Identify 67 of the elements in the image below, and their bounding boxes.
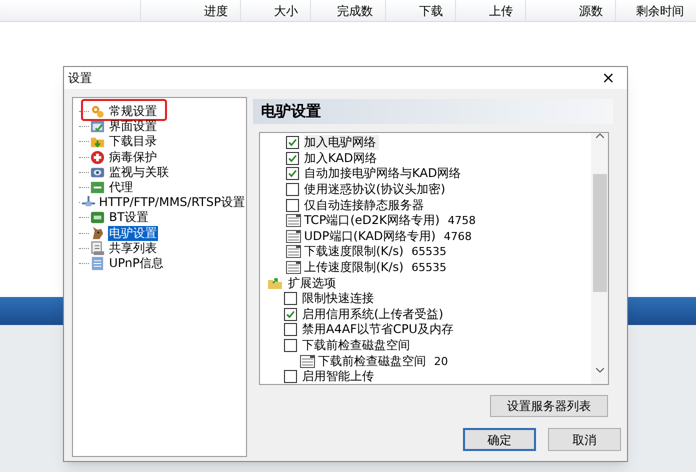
folder-icon <box>268 276 283 290</box>
option-label: 限制快速连接 <box>302 291 374 306</box>
field-icon <box>286 214 301 228</box>
setting-label: TCP端口(eD2K网络专用) <box>304 213 440 228</box>
setting-value[interactable]: 20 <box>434 354 448 369</box>
option-label: 启用信用系统(上传者受益) <box>302 306 444 322</box>
checkbox[interactable] <box>286 198 299 212</box>
tree-item[interactable]: 监视与关联 <box>108 164 170 180</box>
setting-value[interactable]: 65535 <box>412 244 447 260</box>
column-header[interactable]: 大小 <box>240 0 310 21</box>
tree-item[interactable]: 共享列表 <box>108 240 158 256</box>
cancel-button[interactable]: 取消 <box>548 428 621 451</box>
option-label: 禁用A4AF以节省CPU及内存 <box>302 322 454 338</box>
option-label: 启用智能上传 <box>302 369 374 384</box>
scroll-thumb[interactable] <box>592 174 606 292</box>
setting-value[interactable]: 4768 <box>444 228 472 244</box>
field-icon <box>286 261 301 274</box>
option-label: 加入电驴网络 <box>304 135 379 150</box>
column-header[interactable]: 源数 <box>525 0 615 21</box>
scrollbar[interactable] <box>591 133 608 384</box>
checkbox[interactable] <box>284 308 297 321</box>
close-button[interactable]: × <box>594 70 623 86</box>
checkbox[interactable] <box>286 136 299 150</box>
column-header[interactable]: 进度 <box>140 0 240 21</box>
tree-item[interactable]: 常规设置 <box>108 104 158 120</box>
tree-item[interactable]: UPnP信息 <box>108 256 165 271</box>
field-icon <box>286 230 301 243</box>
setting-value[interactable]: 65535 <box>412 260 447 276</box>
server-list-button[interactable]: 设置服务器列表 <box>490 395 608 417</box>
group-label: 扩展选项 <box>288 276 336 291</box>
window-icon <box>90 119 106 134</box>
option-label: 自动加接电驴网络与KAD网络 <box>304 166 462 182</box>
tree-item[interactable]: 病毒保护 <box>108 150 158 165</box>
checkbox[interactable] <box>286 183 299 196</box>
doc-icon <box>90 256 106 271</box>
share-icon <box>90 240 106 256</box>
field-icon <box>300 354 315 368</box>
column-header[interactable]: 完成数 <box>310 0 385 21</box>
option-label: 下载前检查磁盘空间 <box>302 338 410 354</box>
setting-value[interactable]: 4758 <box>448 213 476 228</box>
tree-item[interactable]: 下载目录 <box>108 134 158 150</box>
dialog-title: 设置 <box>68 70 92 87</box>
tree-item[interactable]: 界面设置 <box>108 119 158 134</box>
ok-button[interactable]: 确定 <box>463 428 536 451</box>
field-icon <box>286 245 301 258</box>
gear-icon <box>90 104 106 120</box>
tree-item[interactable]: 电驴设置 <box>108 226 158 241</box>
column-header[interactable]: 剩余时间 <box>615 0 696 21</box>
option-label: 加入KAD网络 <box>304 150 378 166</box>
tree-item[interactable]: HTTP/FTP/MMS/RTSP设置 <box>98 195 246 210</box>
checkbox[interactable] <box>284 370 297 384</box>
setting-label: 下载前检查磁盘空间 <box>318 354 426 369</box>
checkbox[interactable] <box>284 323 297 336</box>
setting-label: 下载速度限制(K/s) <box>304 244 404 260</box>
setting-label: UDP端口(KAD网络专用) <box>304 228 436 244</box>
option-label: 使用迷惑协议(协议头加密) <box>304 182 446 198</box>
option-label: 仅自动连接静态服务器 <box>304 198 424 213</box>
setting-label: 上传速度限制(K/s) <box>304 260 404 276</box>
tree-item[interactable]: 代理 <box>108 180 134 196</box>
column-header[interactable]: 下载 <box>385 0 455 21</box>
checkbox[interactable] <box>286 152 299 165</box>
panel-title: 电驴设置 <box>253 99 613 124</box>
checkbox[interactable] <box>284 292 297 306</box>
checkbox[interactable] <box>284 339 297 352</box>
tree-item[interactable]: BT设置 <box>108 210 150 226</box>
checkbox[interactable] <box>286 167 299 180</box>
column-header[interactable]: 上传 <box>455 0 525 21</box>
